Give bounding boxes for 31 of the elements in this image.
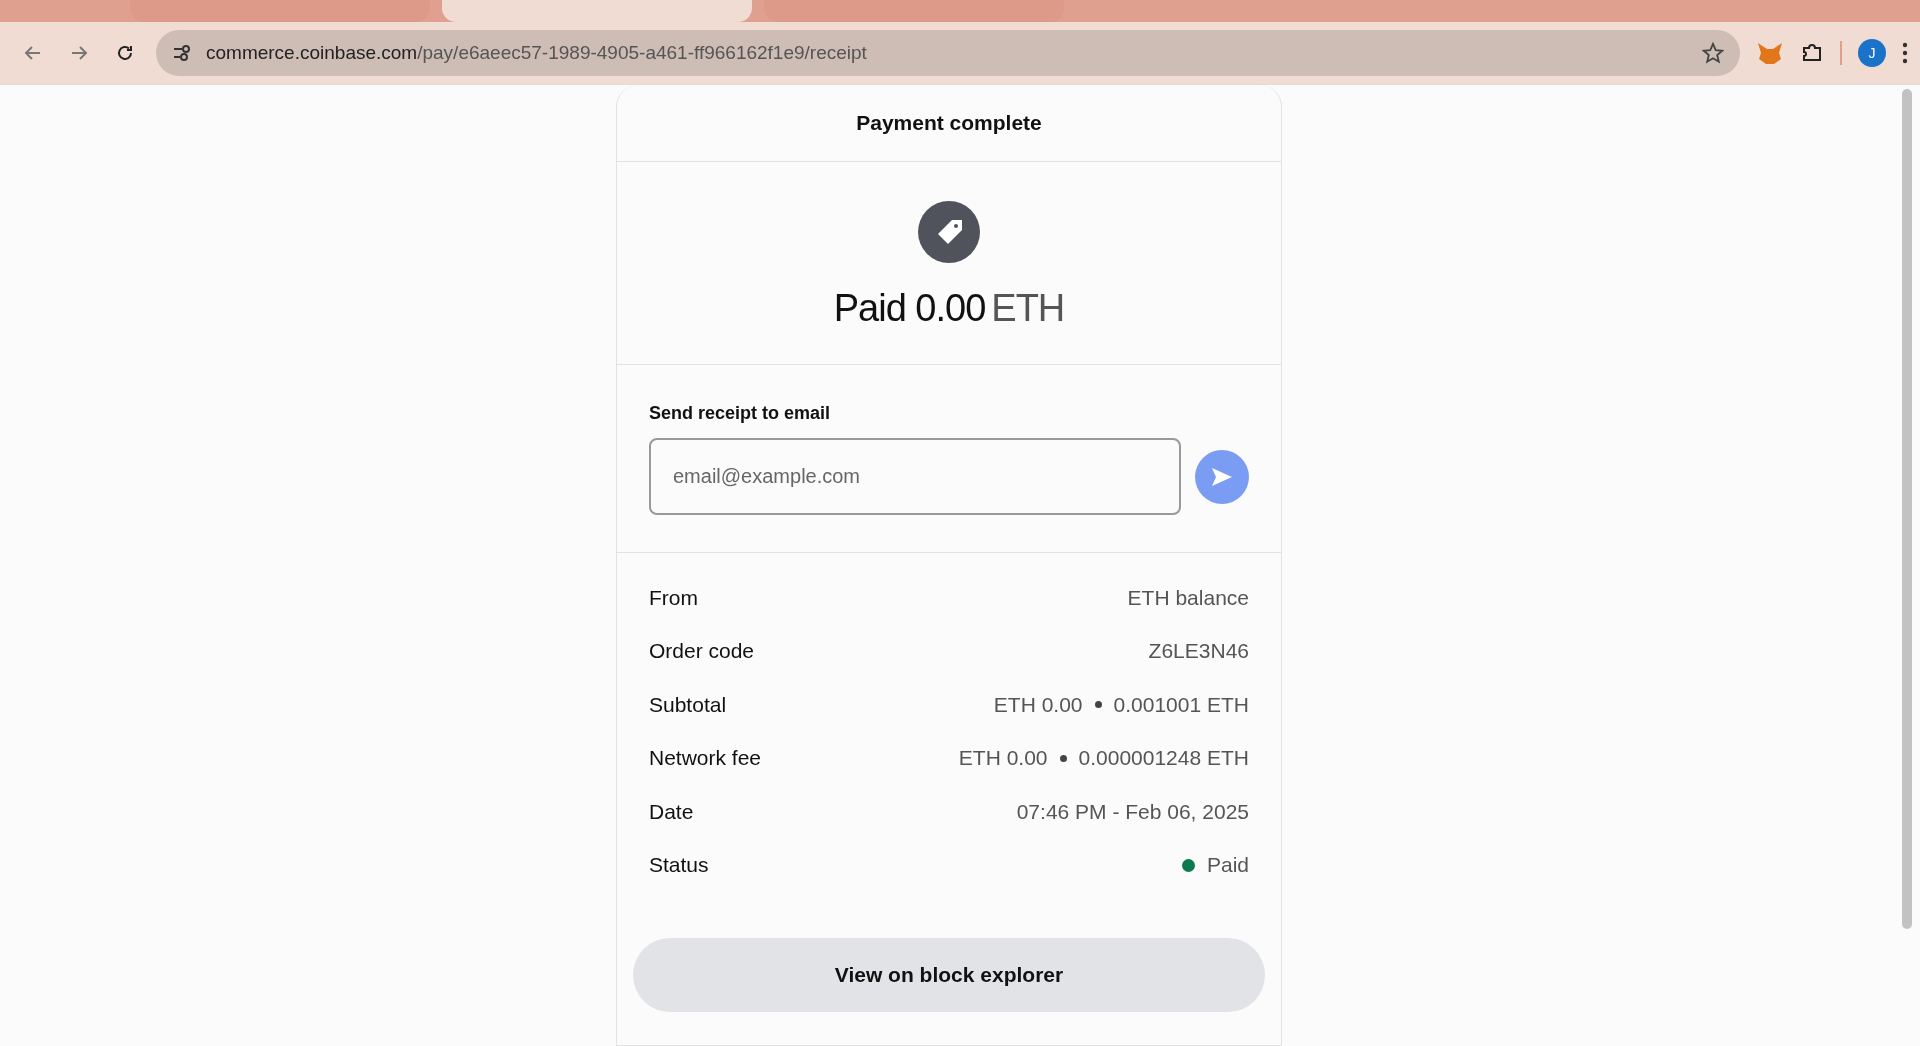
- paid-amount: Paid 0.00 ETH: [833, 286, 1065, 330]
- address-bar[interactable]: commerce.coinbase.com/pay/e6aeec57-1989-4905-a461-ff966162f1e9/receipt: [156, 30, 1740, 76]
- url-text: commerce.coinbase.com/pay/e6aeec57-1989-4905-a461-ff966162f1e9/receipt: [206, 42, 868, 64]
- detail-label: Network fee: [649, 746, 762, 771]
- detail-label: From: [649, 585, 698, 610]
- email-label: Send receipt to email: [649, 403, 832, 424]
- detail-value: Paid: [1206, 853, 1249, 878]
- email-input[interactable]: email@example.com: [649, 438, 1182, 515]
- detail-value: ETH 0.00: [993, 692, 1083, 717]
- block-explorer-button[interactable]: View on block explorer: [633, 938, 1265, 1012]
- bullet-icon: [1059, 754, 1067, 762]
- detail-label: Date: [649, 799, 694, 824]
- detail-value: 0.000001248 ETH: [1078, 746, 1249, 771]
- scrollbar[interactable]: [1902, 89, 1912, 929]
- detail-value: 07:46 PM - Feb 06, 2025: [1016, 799, 1249, 824]
- detail-label: Order code: [649, 639, 755, 664]
- detail-value: Z6LE3N46: [1148, 639, 1249, 664]
- detail-label: Subtotal: [649, 692, 727, 717]
- fox-icon[interactable]: [1756, 41, 1784, 65]
- detail-label: Status: [649, 853, 709, 878]
- site-settings-icon[interactable]: [172, 43, 192, 63]
- detail-value: 0.001001 ETH: [1113, 692, 1249, 717]
- detail-value: ETH balance: [1127, 585, 1249, 610]
- send-button[interactable]: [1195, 449, 1249, 504]
- bookmark-star-icon[interactable]: [1702, 42, 1724, 64]
- bullet-icon: [1094, 701, 1102, 709]
- menu-icon[interactable]: [1902, 42, 1908, 64]
- profile-avatar[interactable]: J: [1858, 39, 1886, 67]
- card-title: Payment complete: [856, 111, 1042, 135]
- detail-value: ETH 0.00: [958, 746, 1048, 771]
- tag-icon: [918, 200, 980, 263]
